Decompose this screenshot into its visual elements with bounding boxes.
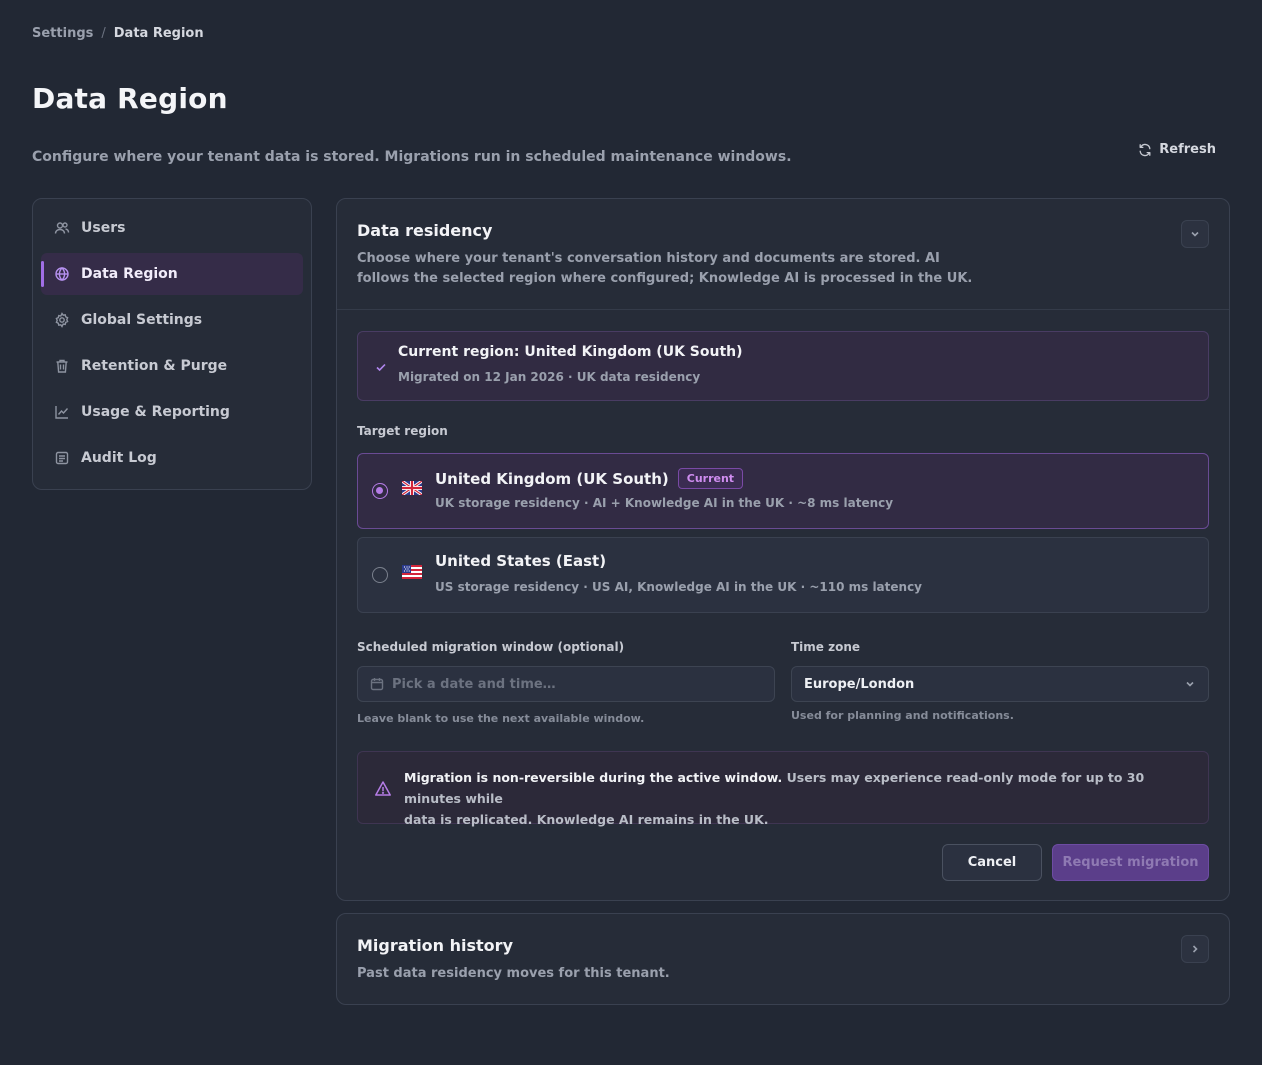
sidebar-item-global-settings[interactable]: Global Settings <box>41 299 303 341</box>
sidebar-item-label: Retention & Purge <box>81 358 228 374</box>
migration-history-card[interactable]: Migration history Past data residency mo… <box>336 913 1230 1005</box>
current-region-subtitle: Migrated on 12 Jan 2026 · UK data reside… <box>398 370 701 384</box>
description-line-1: Choose where your tenant's conversation … <box>357 251 940 266</box>
migration-history-title: Migration history <box>357 936 513 955</box>
refresh-icon <box>1139 143 1151 156</box>
warning-line-2: data is replicated. Knowledge AI remains… <box>404 812 769 827</box>
cancel-button[interactable]: Cancel <box>942 844 1042 881</box>
settings-sidebar: Users Data Region Global Settings Retent… <box>32 198 312 490</box>
current-badge: Current <box>677 468 744 489</box>
radio-unselected[interactable] <box>372 567 388 583</box>
refresh-button[interactable]: Refresh <box>1138 142 1216 157</box>
radio-selected[interactable] <box>372 483 388 499</box>
chevron-down-icon <box>1191 231 1199 237</box>
page-title: Data Region <box>32 82 228 115</box>
sidebar-item-label: Global Settings <box>81 312 203 328</box>
warning-bold: Migration is non-reversible during the a… <box>404 770 783 785</box>
sidebar-item-label: Usage & Reporting <box>81 404 230 420</box>
region-option-meta: US storage residency · US AI, Knowledge … <box>435 580 923 594</box>
timezone-value: Europe/London <box>804 676 915 692</box>
migration-warning: Migration is non-reversible during the a… <box>357 751 1209 827</box>
description-line-2: follows the selected region where config… <box>357 271 973 286</box>
chart-icon <box>55 406 69 419</box>
sidebar-item-audit-log[interactable]: Audit Log <box>41 437 303 479</box>
uk-flag-icon <box>402 481 422 495</box>
current-region-banner: Current region: United Kingdom (UK South… <box>357 331 1209 401</box>
chevron-down-icon <box>1186 681 1194 687</box>
sidebar-item-label: Users <box>81 220 126 236</box>
timezone-hint: Used for planning and notifications. <box>791 709 1014 722</box>
warning-icon <box>374 780 392 798</box>
gear-icon <box>55 312 69 328</box>
region-option-us-east[interactable]: United States (East) US storage residenc… <box>357 537 1209 613</box>
chevron-right-icon <box>1192 945 1198 953</box>
breadcrumb-settings-link[interactable]: Settings <box>32 26 93 41</box>
migration-history-description: Past data residency moves for this tenan… <box>357 966 670 981</box>
target-region-label: Target region <box>357 424 448 438</box>
sidebar-item-label: Audit Log <box>81 450 157 466</box>
sidebar-item-retention-purge[interactable]: Retention & Purge <box>41 345 303 387</box>
current-region-title: Current region: United Kingdom (UK South… <box>398 344 743 360</box>
sidebar-item-users[interactable]: Users <box>41 207 303 249</box>
refresh-label: Refresh <box>1159 142 1216 157</box>
schedule-field[interactable] <box>357 666 775 702</box>
globe-icon <box>55 267 69 281</box>
us-flag-icon <box>402 565 422 579</box>
sidebar-item-data-region[interactable]: Data Region <box>41 253 303 295</box>
collapse-button[interactable] <box>1181 220 1209 248</box>
sidebar-item-label: Data Region <box>81 266 178 282</box>
region-option-name: United States (East) <box>435 552 606 570</box>
sidebar-item-usage-reporting[interactable]: Usage & Reporting <box>41 391 303 433</box>
data-residency-card: Data residency Choose where your tenant'… <box>336 198 1230 901</box>
schedule-input[interactable] <box>392 676 774 692</box>
breadcrumb-current: Data Region <box>113 26 204 41</box>
region-option-meta: UK storage residency · AI + Knowledge AI… <box>435 496 894 510</box>
breadcrumb-separator: / <box>101 26 106 41</box>
data-residency-title: Data residency <box>357 221 493 240</box>
region-option-uk-south[interactable]: United Kingdom (UK South) Current UK sto… <box>357 453 1209 529</box>
schedule-hint: Leave blank to use the next available wi… <box>357 712 645 725</box>
breadcrumb: Settings / Data Region <box>32 26 204 41</box>
calendar-icon <box>370 678 384 691</box>
request-migration-button[interactable]: Request migration <box>1052 844 1209 881</box>
check-icon <box>374 359 388 373</box>
timezone-select[interactable]: Europe/London <box>791 666 1209 702</box>
list-icon <box>55 451 69 465</box>
divider <box>337 309 1229 310</box>
region-name-text: United Kingdom (UK South) <box>435 469 669 488</box>
users-icon <box>54 222 70 234</box>
region-option-name: United Kingdom (UK South) Current <box>435 468 744 489</box>
timezone-label: Time zone <box>791 640 861 654</box>
page-description: Configure where your tenant data is stor… <box>32 149 792 165</box>
expand-button[interactable] <box>1181 935 1209 963</box>
schedule-label: Scheduled migration window (optional) <box>357 640 625 654</box>
region-name-text: United States (East) <box>435 552 607 570</box>
data-residency-description: Choose where your tenant's conversation … <box>357 249 972 289</box>
trash-icon <box>56 359 68 373</box>
warning-text: Migration is non-reversible during the a… <box>404 767 1194 830</box>
